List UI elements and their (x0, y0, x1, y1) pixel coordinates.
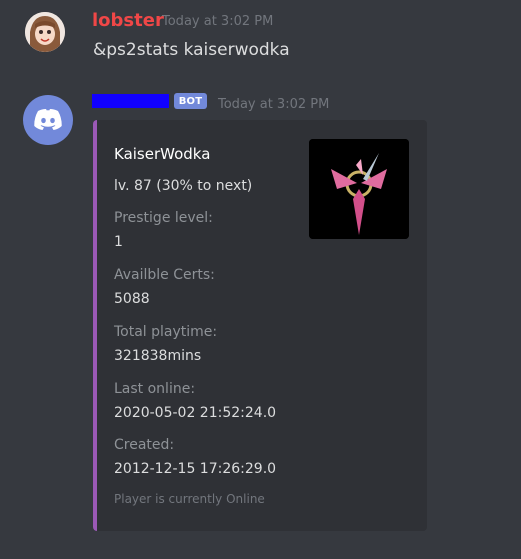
field-playtime-value: 321838mins (114, 348, 202, 364)
message-content: &ps2stats kaiserwodka (93, 40, 290, 60)
field-created-value: 2012-12-15 17:26:29.0 (114, 461, 277, 477)
redacted-bot-name (92, 94, 169, 108)
field-created-name: Created: (114, 437, 175, 453)
field-certs-name: Availble Certs: (114, 267, 215, 283)
stats-embed: KaiserWodka lv. 87 (30% to next) Prestig… (93, 120, 427, 531)
bot-badge: BOT (174, 93, 207, 109)
faction-emblem-icon (309, 139, 409, 239)
embed-title: KaiserWodka (114, 145, 211, 163)
field-prestige-name: Prestige level: (114, 210, 213, 226)
field-last-online-value: 2020-05-02 21:52:24.0 (114, 405, 277, 421)
embed-footer: Player is currently Online (114, 492, 265, 506)
message-timestamp: Today at 3:02 PM (218, 97, 330, 112)
field-last-online-name: Last online: (114, 381, 196, 397)
field-playtime-name: Total playtime: (114, 324, 218, 340)
embed-description: lv. 87 (30% to next) (114, 178, 253, 194)
discord-bot-avatar[interactable] (23, 95, 73, 145)
user-avatar[interactable] (25, 12, 65, 52)
message-timestamp: Today at 3:02 PM (162, 14, 274, 29)
discord-logo-icon (34, 109, 62, 130)
faction-logo-thumbnail[interactable] (309, 139, 409, 239)
field-certs-value: 5088 (114, 291, 150, 307)
field-prestige-value: 1 (114, 234, 123, 250)
username[interactable]: lobster (92, 10, 164, 31)
